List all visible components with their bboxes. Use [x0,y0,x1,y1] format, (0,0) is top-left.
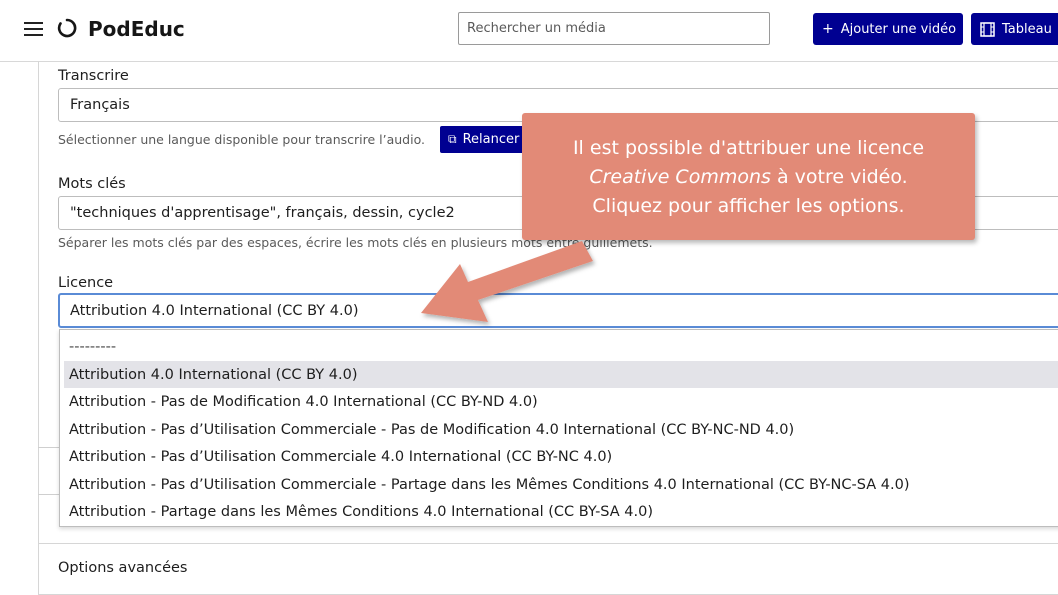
callout-line-2: Creative Commons à votre vidéo. [522,163,975,192]
licence-option[interactable]: Attribution - Partage dans les Mêmes Con… [64,498,1058,525]
dashboard-label: Tableau [1002,21,1052,37]
divider [38,494,60,495]
add-video-label: Ajouter une vidéo [840,21,957,37]
callout-line-2-rest: à votre vidéo. [770,166,908,188]
add-video-button[interactable]: + Ajouter une vidéo [813,13,963,45]
divider [38,447,60,448]
tooltip-callout: Il est possible d'attribuer une licence … [522,113,975,240]
licence-dropdown: --------- Attribution 4.0 International … [59,329,1058,527]
licence-option[interactable]: Attribution 4.0 International (CC BY 4.0… [64,361,1058,388]
search-input[interactable] [458,12,770,45]
advanced-options-toggle[interactable]: Options avancées [58,560,187,576]
app-name[interactable]: PodEduc [88,17,185,41]
top-bar: PodEduc + Ajouter une vidéo Tableau [0,0,1058,62]
licence-option[interactable]: Attribution - Pas d’Utilisation Commerci… [64,416,1058,443]
licence-option[interactable]: Attribution - Pas d’Utilisation Commerci… [64,443,1058,470]
callout-line-3: Cliquez pour afficher les options. [592,195,905,217]
transcribe-label: Transcrire [58,68,129,84]
film-icon [980,21,995,37]
licence-option[interactable]: --------- [64,333,1058,360]
menu-icon[interactable] [24,21,43,37]
dashboard-button[interactable]: Tableau [971,13,1058,45]
licence-label: Licence [58,275,114,291]
plus-icon: + [822,21,834,37]
keywords-label: Mots clés [58,176,126,192]
relaunch-label: Relancer [462,132,520,147]
licence-select[interactable]: Attribution 4.0 International (CC BY 4.0… [58,293,1058,328]
divider [38,543,1058,544]
callout-italic: Creative Commons [589,166,771,188]
callout-line-1: Il est possible d'attribuer une licence [572,137,925,159]
licence-option[interactable]: Attribution - Pas d’Utilisation Commerci… [64,471,1058,498]
logo-icon [57,18,77,38]
translate-icon: ⧉ [448,132,457,146]
transcribe-hint: Sélectionner une langue disponible pour … [58,132,425,147]
licence-option[interactable]: Attribution - Pas de Modification 4.0 In… [64,388,1058,415]
